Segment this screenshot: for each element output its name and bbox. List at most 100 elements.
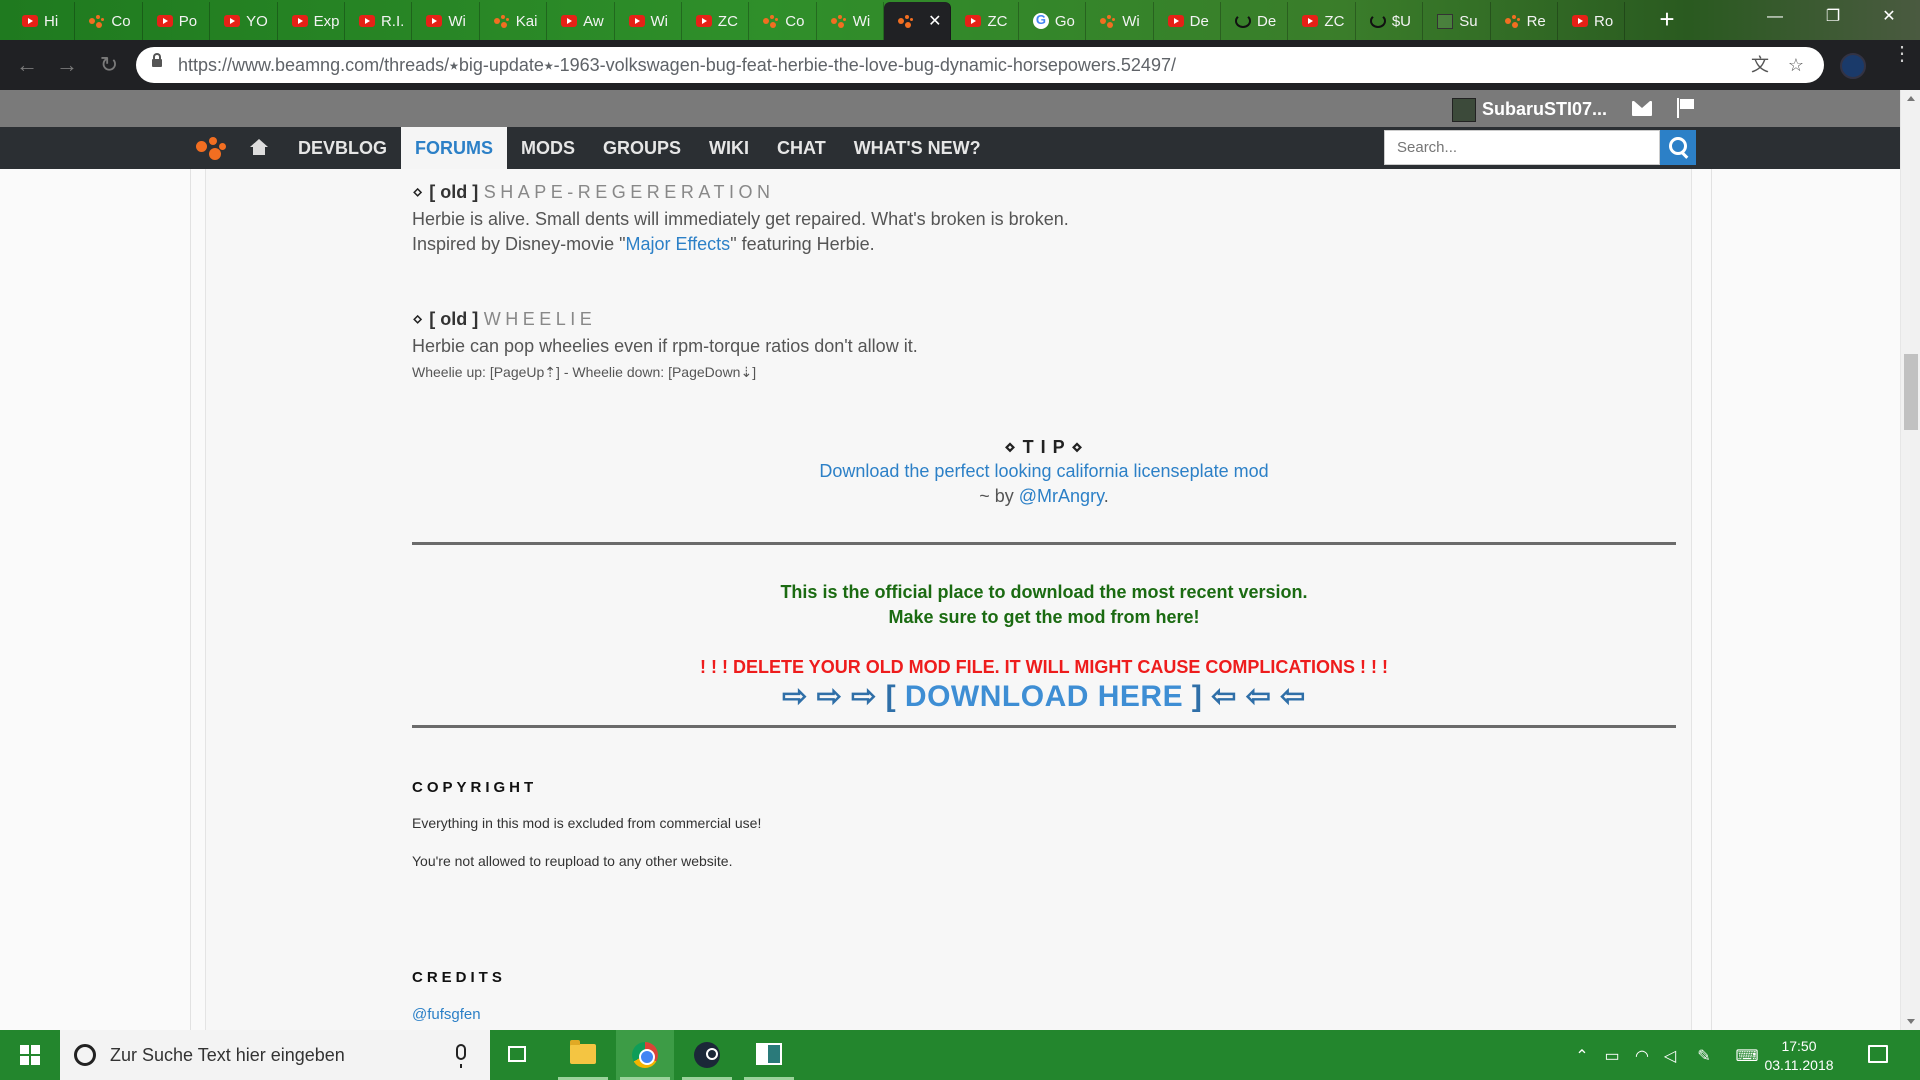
browser-menu-icon[interactable]: ⋮ <box>1892 44 1912 64</box>
youtube-icon <box>628 15 645 27</box>
power-icon <box>1235 14 1252 28</box>
tab-label: Ro <box>1593 12 1614 30</box>
nav-what-s-new[interactable]: WHAT'S NEW? <box>840 127 995 169</box>
back-arrow-icon[interactable]: ← <box>14 52 40 78</box>
browser-tab[interactable]: Hi <box>8 2 76 40</box>
taskbar-search[interactable]: Zur Suche Text hier eingeben <box>60 1030 490 1080</box>
chrome-button[interactable] <box>616 1030 674 1080</box>
reload-icon[interactable]: ↻ <box>96 52 122 78</box>
browser-tab[interactable]: Co <box>75 2 143 40</box>
tab-label: ZC <box>1324 12 1345 30</box>
page-scrollbar[interactable] <box>1900 90 1920 1030</box>
tab-label: R.I. <box>380 12 405 30</box>
browser-tab[interactable]: Aw <box>547 2 615 40</box>
forward-arrow-icon[interactable]: → <box>54 52 80 78</box>
username-link[interactable]: SubaruSTI07... <box>1482 99 1607 120</box>
nav-devblog[interactable]: DEVBLOG <box>284 127 401 169</box>
task-view-button[interactable] <box>490 1030 548 1080</box>
avatar[interactable] <box>1452 98 1476 122</box>
licenseplate-mod-link[interactable]: Download the perfect looking california … <box>412 461 1676 482</box>
browser-tab[interactable]: Po <box>143 2 211 40</box>
chevron-up-icon[interactable]: ⌃ <box>1572 1046 1592 1066</box>
bookmark-star-icon[interactable]: ☆ <box>1784 53 1808 77</box>
address-bar[interactable]: https://www.beamng.com/threads/⭑big-upda… <box>136 47 1824 83</box>
search-icon[interactable] <box>1660 130 1696 165</box>
download-link[interactable]: DOWNLOAD HERE <box>905 680 1183 713</box>
steam-button[interactable] <box>678 1030 736 1080</box>
scroll-down-icon[interactable] <box>1907 1019 1915 1024</box>
browser-tab[interactable]: Wi <box>412 2 480 40</box>
browser-tab[interactable]: ✕ <box>884 2 952 40</box>
close-tab-icon[interactable]: ✕ <box>928 11 941 31</box>
new-tab-button[interactable]: + <box>1654 6 1680 33</box>
browser-tab[interactable]: ZC <box>1288 2 1356 40</box>
nav-groups[interactable]: GROUPS <box>589 127 695 169</box>
site-nav: DEVBLOG FORUMS MODS GROUPS WIKI CHAT WHAT'S NE… <box>0 127 1900 169</box>
youtube-icon <box>291 15 308 27</box>
shape-inspiration: Inspired by Disney-movie "Major Effects"… <box>412 234 875 255</box>
browser-tab[interactable]: Re <box>1491 2 1558 40</box>
browser-tab[interactable]: Wi <box>615 2 682 40</box>
scroll-thumb[interactable] <box>1904 354 1918 430</box>
browser-tab[interactable]: $U <box>1356 2 1424 40</box>
keyboard-icon[interactable]: ⌨ <box>1732 1046 1762 1066</box>
beamng-logo[interactable] <box>196 137 226 161</box>
app-button[interactable] <box>740 1030 798 1080</box>
divider <box>412 725 1676 728</box>
youtube-icon <box>22 15 38 27</box>
browser-tab-strip: Hi Co Po YO Exp R.I. Wi Kai Aw Wi ZC Co Wi ✕ ZC Go Wi De D… <box>0 0 1920 40</box>
delete-warning: ! ! ! DELETE YOUR OLD MOD FILE. IT WILL … <box>700 657 1388 677</box>
browser-tab[interactable]: ZC <box>951 2 1019 40</box>
taskbar-search-placeholder[interactable]: Zur Suche Text hier eingeben <box>110 1045 345 1066</box>
browser-tab[interactable]: Wi <box>817 2 885 40</box>
clock[interactable]: 17:50 03.11.2018 <box>1762 1037 1836 1075</box>
credit-link[interactable]: @fufsgfen <box>412 1006 481 1023</box>
doc-icon <box>1437 13 1454 29</box>
major-effects-link[interactable]: Major Effects <box>625 234 730 254</box>
browser-tab[interactable]: Su <box>1423 2 1491 40</box>
browser-tab[interactable]: YO <box>210 2 278 40</box>
wifi-icon[interactable]: ◠ <box>1632 1046 1652 1066</box>
old-tag: [ old ] <box>429 182 479 202</box>
url-text[interactable]: https://www.beamng.com/threads/⭑big-upda… <box>178 55 1176 76</box>
nav-wiki[interactable]: WIKI <box>695 127 763 169</box>
home-icon[interactable] <box>250 139 268 155</box>
app-window-icon <box>756 1043 782 1065</box>
minimize-button[interactable]: — <box>1752 0 1798 34</box>
browser-tab[interactable]: Ro <box>1558 2 1626 40</box>
credits-heading: CREDITS <box>412 969 506 986</box>
browser-tab[interactable]: Go <box>1019 2 1087 40</box>
feature-name: WHEELIE <box>483 309 597 329</box>
browser-tab[interactable]: ZC <box>682 2 750 40</box>
envelope-icon[interactable] <box>1632 101 1652 116</box>
cortana-icon[interactable] <box>74 1044 96 1066</box>
battery-icon[interactable]: ▭ <box>1602 1046 1622 1066</box>
scroll-up-icon[interactable] <box>1907 96 1915 101</box>
file-explorer-button[interactable] <box>554 1030 612 1080</box>
translate-icon[interactable]: 文 <box>1748 53 1772 77</box>
tab-label: Go <box>1054 12 1075 30</box>
mrangry-link[interactable]: @MrAngry <box>1019 486 1104 506</box>
close-window-button[interactable]: ✕ <box>1866 0 1912 34</box>
restore-button[interactable]: ❐ <box>1810 0 1856 34</box>
bullet: ⋄ <box>412 182 430 202</box>
flag-icon[interactable] <box>1677 98 1695 118</box>
wheelie-keys: Wheelie up: [PageUp⇡] - Wheelie down: [P… <box>412 364 757 380</box>
volume-icon[interactable]: ◁ <box>1660 1046 1680 1066</box>
browser-tab[interactable]: Kai <box>480 2 548 40</box>
browser-tab[interactable]: Co <box>749 2 817 40</box>
browser-tab[interactable]: De <box>1221 2 1289 40</box>
nav-forums[interactable]: FORUMS <box>401 127 508 169</box>
nav-chat[interactable]: CHAT <box>763 127 840 169</box>
windows-start-icon[interactable] <box>0 1030 60 1080</box>
extension-avatar-icon[interactable] <box>1840 53 1866 79</box>
microphone-icon[interactable] <box>456 1044 466 1068</box>
browser-tab[interactable]: R.I. <box>345 2 413 40</box>
browser-tab[interactable]: Exp <box>278 2 345 40</box>
browser-tab[interactable]: Wi <box>1086 2 1154 40</box>
pen-icon[interactable]: ✎ <box>1694 1046 1714 1066</box>
search-input[interactable] <box>1384 130 1660 165</box>
nav-mods[interactable]: MODS <box>507 127 589 169</box>
browser-tab[interactable]: De <box>1154 2 1222 40</box>
notification-icon[interactable] <box>1868 1045 1888 1063</box>
